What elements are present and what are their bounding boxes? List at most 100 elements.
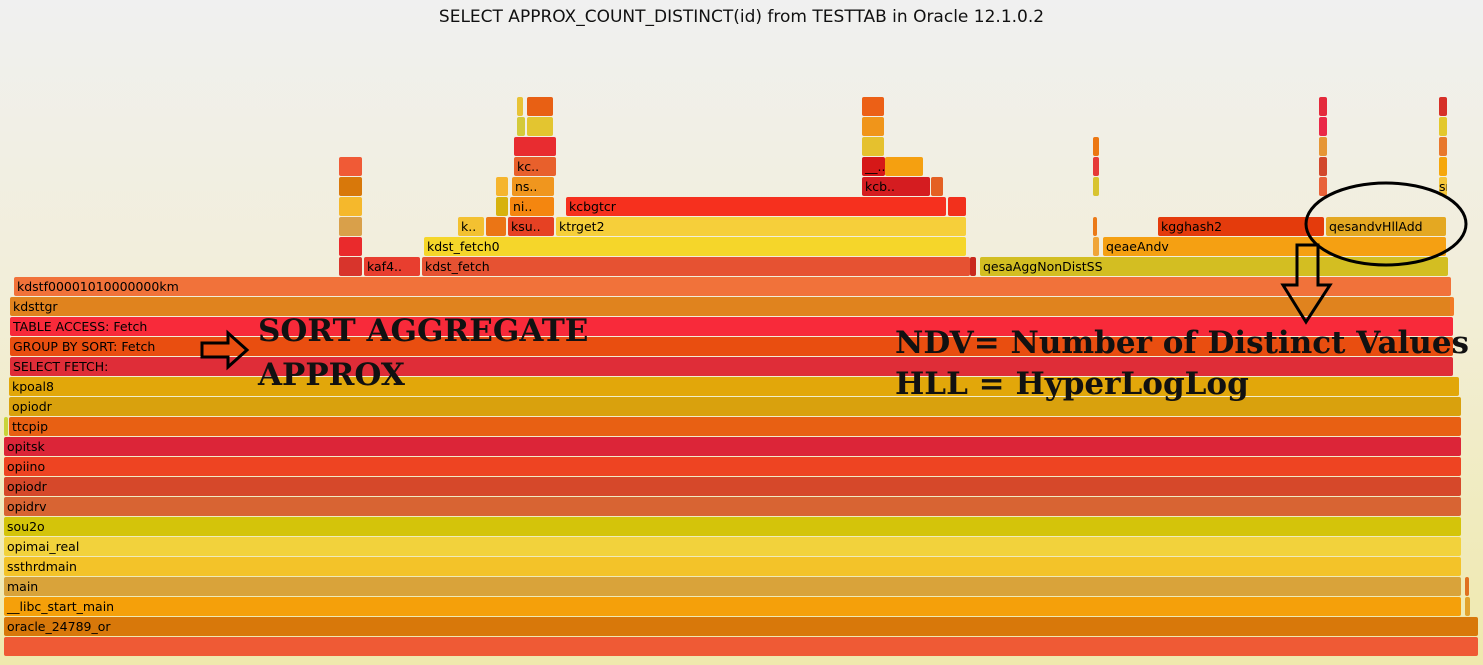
flame-frame[interactable]: kdsttgr bbox=[10, 297, 1453, 316]
frame-label: sn.. bbox=[1439, 179, 1447, 194]
flame-frame[interactable]: kcbgtcr bbox=[566, 197, 946, 216]
frame-label: __libc_start_main bbox=[7, 599, 115, 614]
frame-label: kdsttgr bbox=[13, 299, 58, 314]
flame-frame[interactable] bbox=[1093, 237, 1099, 256]
flame-frame[interactable]: opimai_real bbox=[4, 537, 1461, 556]
flame-frame[interactable]: kcb.. bbox=[862, 177, 930, 196]
frame-label: opiodr bbox=[7, 479, 47, 494]
flame-frame[interactable]: ktrget2 bbox=[556, 217, 966, 236]
ndv-note: NDV= Number of Distinct Values bbox=[895, 325, 1470, 361]
flame-frame[interactable]: opiino bbox=[4, 457, 1461, 476]
flame-frame[interactable] bbox=[517, 117, 525, 136]
frame-label: qesandvHllAdd bbox=[1329, 219, 1423, 234]
flame-frame[interactable]: opidrv bbox=[4, 497, 1461, 516]
frame-label: sou2o bbox=[7, 519, 45, 534]
frame-label: oracle_24789_or bbox=[7, 619, 111, 634]
frame-label: kdst_fetch bbox=[425, 259, 490, 274]
frame-label: GROUP BY SORT: Fetch bbox=[13, 339, 156, 354]
sort-aggregate-note: SORT AGGREGATE bbox=[258, 313, 589, 349]
flame-frame[interactable] bbox=[339, 177, 362, 196]
flame-frame[interactable] bbox=[1439, 137, 1447, 156]
flame-frame[interactable] bbox=[1439, 157, 1447, 176]
flame-frame[interactable] bbox=[1465, 597, 1470, 616]
flame-frame[interactable]: ns.. bbox=[512, 177, 554, 196]
frame-label: ktrget2 bbox=[559, 219, 605, 234]
flame-frame[interactable]: kdst_fetch bbox=[422, 257, 970, 276]
frame-label: opitsk bbox=[7, 439, 45, 454]
frame-label: opiodr bbox=[12, 399, 52, 414]
flame-frame[interactable] bbox=[1319, 117, 1327, 136]
flame-frame[interactable] bbox=[1093, 177, 1099, 196]
frame-label: ssthrdmain bbox=[7, 559, 77, 574]
flame-frame[interactable] bbox=[885, 157, 923, 176]
frame-label: __.. bbox=[865, 159, 885, 174]
flame-frame[interactable]: main bbox=[4, 577, 1461, 596]
flame-frame[interactable] bbox=[1319, 137, 1327, 156]
flame-frame[interactable] bbox=[339, 157, 362, 176]
frame-label: opidrv bbox=[7, 499, 47, 514]
flame-frame[interactable]: opiodr bbox=[4, 477, 1461, 496]
frame-label: qesaAggNonDistSS bbox=[983, 259, 1103, 274]
flame-frame[interactable]: qeaeAndv bbox=[1103, 237, 1446, 256]
flame-frame[interactable]: kc.. bbox=[514, 157, 556, 176]
flame-frame[interactable]: kgghash2 bbox=[1158, 217, 1324, 236]
flame-frame[interactable] bbox=[4, 637, 1478, 656]
flame-frame[interactable] bbox=[514, 137, 556, 156]
flame-frame[interactable] bbox=[339, 217, 362, 236]
flame-frame[interactable] bbox=[496, 177, 508, 196]
flame-frame[interactable] bbox=[1450, 297, 1454, 316]
flame-frame[interactable] bbox=[527, 117, 553, 136]
flame-frame[interactable]: k.. bbox=[458, 217, 484, 236]
flame-frame[interactable]: qesandvHllAdd bbox=[1326, 217, 1446, 236]
frame-label: ksu.. bbox=[511, 219, 541, 234]
frame-label: kpoal8 bbox=[12, 379, 54, 394]
flame-frame[interactable] bbox=[517, 97, 523, 116]
flame-frame[interactable]: qesaAggNonDistSS bbox=[980, 257, 1448, 276]
frame-label: kdstf00001010000000km bbox=[17, 279, 179, 294]
flame-frame[interactable]: ni.. bbox=[510, 197, 554, 216]
flame-frame[interactable]: ksu.. bbox=[508, 217, 554, 236]
flame-frame[interactable] bbox=[496, 197, 508, 216]
frame-label: kc.. bbox=[517, 159, 540, 174]
frame-label: k.. bbox=[461, 219, 477, 234]
flame-frame[interactable]: kdstf00001010000000km bbox=[14, 277, 1451, 296]
flame-frame[interactable] bbox=[862, 117, 884, 136]
frame-label: opiino bbox=[7, 459, 46, 474]
frame-label: main bbox=[7, 579, 39, 594]
flame-frame[interactable] bbox=[339, 257, 362, 276]
frame-label: ni.. bbox=[513, 199, 533, 214]
frame-label: ttcpip bbox=[12, 419, 49, 434]
flame-frame[interactable] bbox=[1439, 117, 1447, 136]
flame-frame[interactable]: __.. bbox=[862, 157, 885, 176]
flame-frame[interactable] bbox=[948, 197, 966, 216]
flame-frame[interactable]: ttcpip bbox=[9, 417, 1461, 436]
flame-frame[interactable]: sn.. bbox=[1439, 177, 1447, 196]
flame-frame[interactable]: opitsk bbox=[4, 437, 1461, 456]
flame-frame[interactable] bbox=[4, 417, 8, 436]
flame-frame[interactable]: sou2o bbox=[4, 517, 1461, 536]
flame-frame[interactable] bbox=[931, 177, 943, 196]
frame-label: TABLE ACCESS: Fetch bbox=[13, 319, 148, 334]
flame-frame[interactable]: kaf4.. bbox=[364, 257, 420, 276]
flame-frame[interactable]: __libc_start_main bbox=[4, 597, 1461, 616]
flame-frame[interactable]: oracle_24789_or bbox=[4, 617, 1478, 636]
flame-frame[interactable]: kdst_fetch0 bbox=[424, 237, 966, 256]
flame-frame[interactable] bbox=[486, 217, 506, 236]
flame-frame[interactable] bbox=[1319, 157, 1327, 176]
flame-frame[interactable] bbox=[527, 97, 553, 116]
flame-frame[interactable] bbox=[1439, 97, 1447, 116]
flame-frame[interactable] bbox=[1093, 137, 1099, 156]
flame-frame[interactable] bbox=[862, 137, 884, 156]
flame-frame[interactable] bbox=[1465, 577, 1469, 596]
flame-frame[interactable] bbox=[339, 237, 362, 256]
flame-frame[interactable] bbox=[1319, 177, 1327, 196]
flame-frame[interactable] bbox=[1319, 97, 1327, 116]
frame-label: ns.. bbox=[515, 179, 538, 194]
flame-frame[interactable] bbox=[862, 97, 884, 116]
flame-frame[interactable] bbox=[1093, 217, 1097, 236]
flame-frame[interactable] bbox=[339, 197, 362, 216]
flame-frame[interactable] bbox=[1093, 157, 1099, 176]
frame-label: qeaeAndv bbox=[1106, 239, 1169, 254]
flame-frame[interactable]: ssthrdmain bbox=[4, 557, 1461, 576]
flame-frame[interactable] bbox=[970, 257, 976, 276]
